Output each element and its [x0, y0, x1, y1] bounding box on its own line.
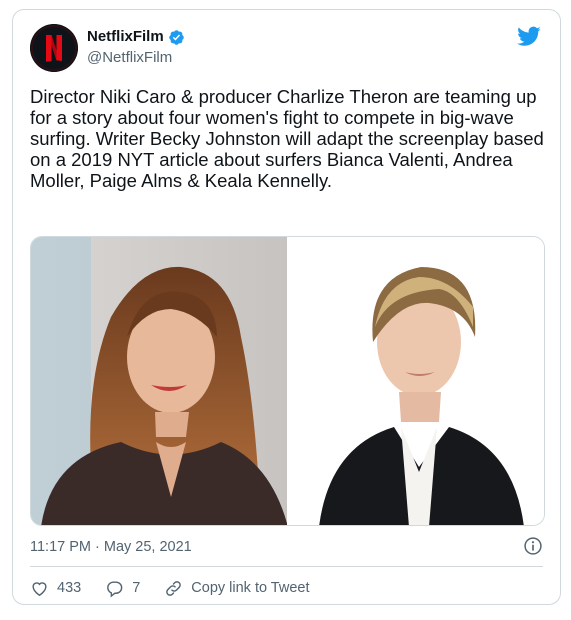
reply-icon	[107, 580, 123, 597]
author-handle[interactable]: @NetflixFilm	[87, 48, 172, 68]
photo-niki-caro[interactable]	[31, 237, 287, 525]
photo-charlize-theron[interactable]	[286, 237, 544, 525]
author-name[interactable]: NetflixFilm	[87, 27, 164, 47]
copy-link-label: Copy link to Tweet	[191, 580, 310, 596]
like-button[interactable]: 433	[30, 579, 81, 598]
media-grid[interactable]	[30, 236, 545, 526]
twitter-bird-icon[interactable]	[517, 24, 541, 48]
like-count: 433	[57, 580, 82, 596]
photo-woman-long-hair	[31, 237, 287, 525]
netflix-logo-icon	[30, 24, 78, 72]
tweet-actions: 433 7 Copy link to Tweet	[30, 577, 310, 599]
link-icon	[166, 580, 182, 596]
avatar[interactable]	[30, 24, 78, 72]
info-icon[interactable]	[523, 536, 543, 556]
tweet-timestamp[interactable]: 11:17 PM · May 25, 2021	[30, 537, 192, 557]
reply-count: 7	[132, 580, 141, 596]
copy-link-button[interactable]: Copy link to Tweet	[164, 579, 310, 598]
reply-button[interactable]: 7	[105, 579, 140, 598]
photo-woman-short-hair	[288, 237, 544, 525]
heart-icon	[32, 581, 47, 596]
verified-badge-icon	[168, 29, 184, 45]
divider	[30, 566, 543, 567]
tweet-card: NetflixFilm @NetflixFilm Director Niki C…	[12, 9, 561, 605]
tweet-text: Director Niki Caro & producer Charlize T…	[30, 86, 544, 191]
